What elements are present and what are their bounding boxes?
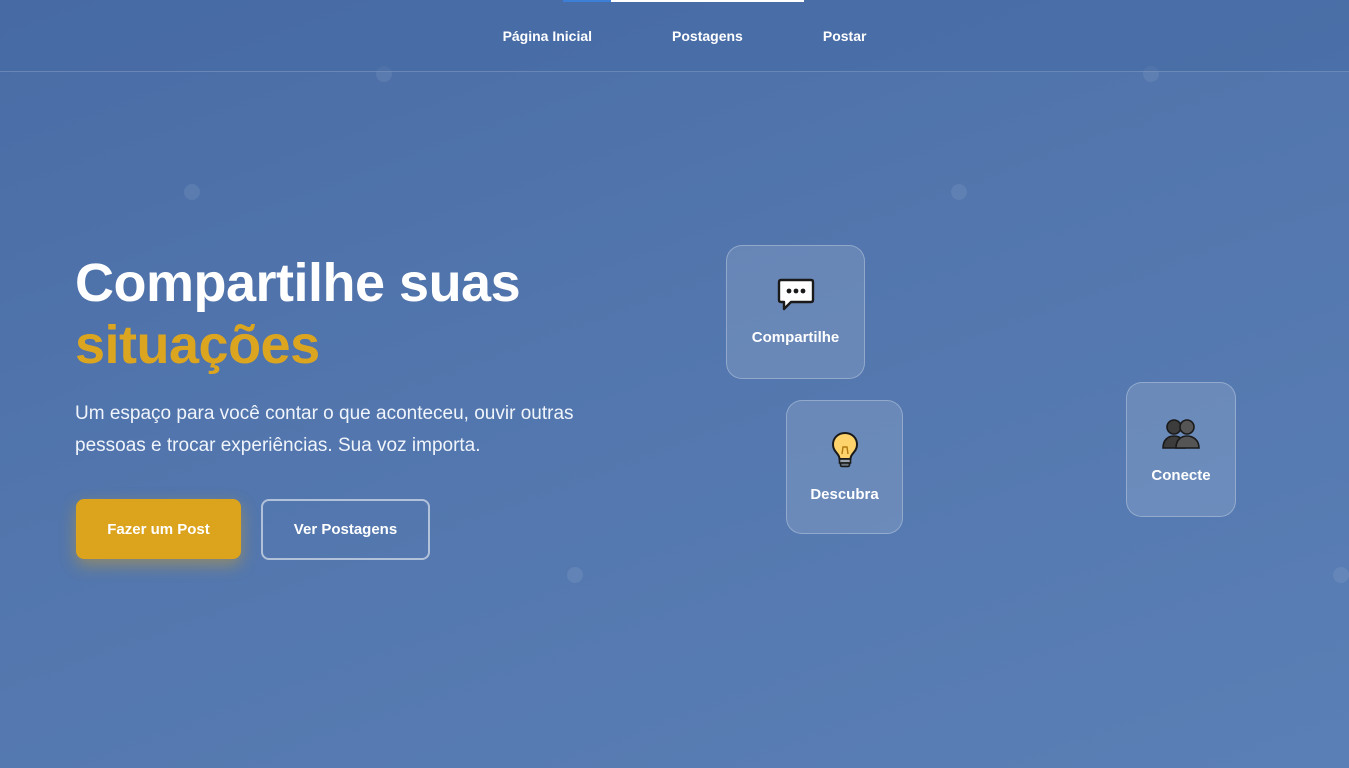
background-dot (184, 184, 200, 200)
lightbulb-icon (831, 431, 859, 474)
nav-links: Página Inicial Postagens Postar (0, 28, 1349, 44)
feature-card-label: Conecte (1151, 466, 1211, 484)
nav-active-accent (563, 0, 611, 2)
feature-card-label: Descubra (810, 486, 879, 503)
people-icon (1161, 416, 1201, 455)
hero-subtitle: Um espaço para você contar o que acontec… (75, 403, 574, 456)
view-posts-button[interactable]: Ver Postagens (261, 499, 430, 560)
hero-title-line1: Compartilhe suas (75, 253, 521, 313)
nav-link-posts[interactable]: Postagens (672, 28, 743, 44)
background-dot (1333, 567, 1349, 583)
nav-active-indicator (611, 0, 804, 2)
hero-title-accent: situações (75, 315, 320, 375)
create-post-button[interactable]: Fazer um Post (76, 499, 241, 559)
top-navigation: Página Inicial Postagens Postar (0, 0, 1349, 72)
speech-bubble-icon (777, 278, 815, 317)
feature-card-discover: Descubra (786, 400, 903, 534)
background-dot (567, 567, 583, 583)
feature-card-connect: Conecte (1126, 382, 1236, 517)
feature-card-label: Compartilhe (751, 329, 840, 346)
feature-card-share: Compartilhe (726, 245, 865, 379)
hero-title: Compartilhe suas situações (75, 252, 521, 376)
nav-link-home[interactable]: Página Inicial (503, 28, 592, 44)
nav-link-new-post[interactable]: Postar (823, 28, 867, 44)
background-dot (951, 184, 967, 200)
